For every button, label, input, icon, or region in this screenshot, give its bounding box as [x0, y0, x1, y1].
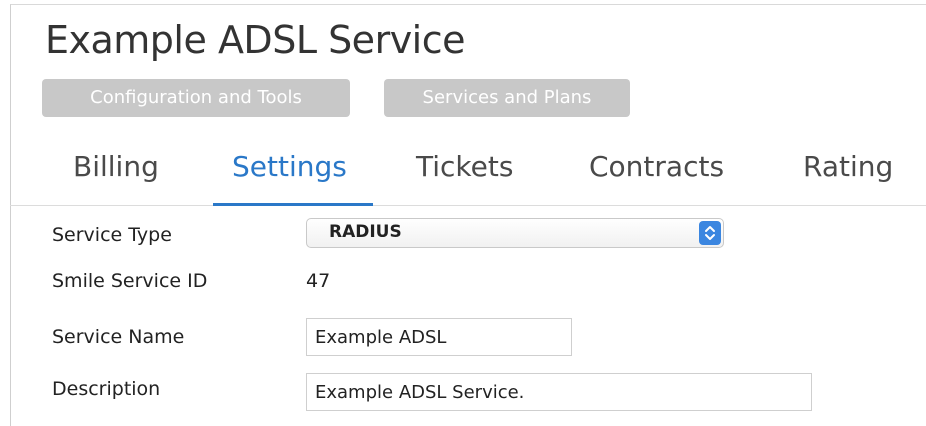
tab-billing[interactable]: Billing	[73, 150, 159, 183]
tab-bar-divider	[10, 205, 926, 206]
tab-tickets[interactable]: Tickets	[416, 150, 513, 183]
service-name-label: Service Name	[52, 326, 185, 348]
configuration-and-tools-button[interactable]: Configuration and Tools	[42, 79, 350, 117]
tab-contracts[interactable]: Contracts	[589, 150, 724, 183]
service-name-input[interactable]	[306, 318, 572, 356]
service-type-select[interactable]: RADIUS	[306, 218, 724, 248]
description-label: Description	[52, 378, 161, 400]
service-type-selected-value: RADIUS	[329, 222, 402, 242]
smile-service-id-label: Smile Service ID	[52, 270, 208, 292]
tab-settings[interactable]: Settings	[232, 150, 347, 183]
description-input[interactable]	[306, 373, 812, 411]
service-type-label: Service Type	[52, 224, 172, 246]
chevron-glyph	[705, 226, 715, 240]
active-tab-indicator	[213, 203, 373, 206]
page-title: Example ADSL Service	[45, 18, 466, 62]
tab-rating[interactable]: Rating	[803, 150, 893, 183]
up-down-chevron-icon[interactable]	[699, 221, 721, 245]
content-panel	[10, 4, 926, 426]
smile-service-id-value: 47	[306, 270, 331, 292]
services-and-plans-button[interactable]: Services and Plans	[384, 79, 630, 117]
